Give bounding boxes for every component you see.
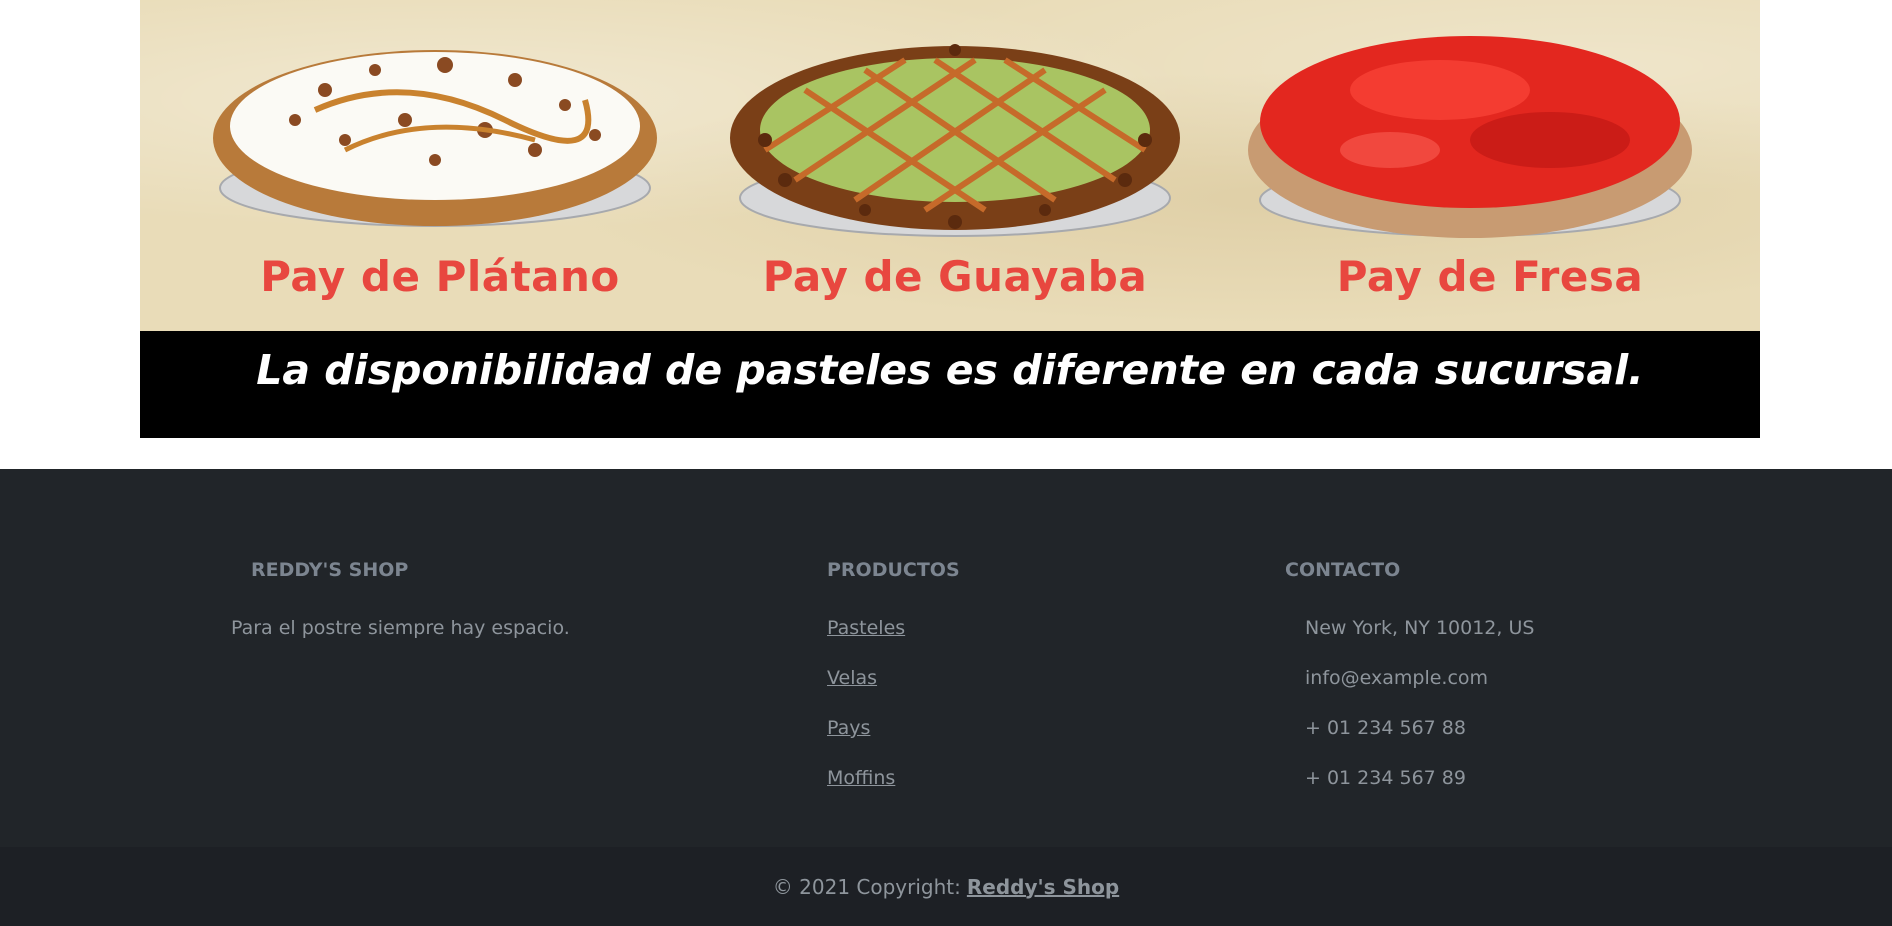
availability-notice: La disponibilidad de pasteles es diferen… <box>256 345 1644 394</box>
contact-phone-2: + 01 234 567 89 <box>1305 767 1466 789</box>
footer-contact-title: Contacto <box>1285 559 1401 581</box>
copyright-shop-link[interactable]: Reddy's Shop <box>967 875 1119 899</box>
site-footer: Reddy's Shop Para el postre siempre hay … <box>0 469 1892 926</box>
footer-link-moffins[interactable]: Moffins <box>827 767 895 789</box>
copyright-bar: © 2021 Copyright: Reddy's Shop <box>0 847 1892 926</box>
contact-address: New York, NY 10012, US <box>1305 617 1535 639</box>
footer-columns: Reddy's Shop Para el postre siempre hay … <box>0 469 1892 847</box>
copyright-text: © 2021 Copyright: <box>772 874 961 899</box>
pie-image-platano <box>205 10 665 260</box>
pie-label-fresa: Pay de Fresa <box>1336 252 1644 301</box>
footer-link-pasteles[interactable]: Pasteles <box>827 617 905 639</box>
footer-brand-title: Reddy's Shop <box>251 559 409 581</box>
availability-notice-bar: La disponibilidad de pasteles es diferen… <box>140 331 1760 438</box>
footer-products-title: Productos <box>827 559 960 581</box>
footer-link-velas[interactable]: Velas <box>827 667 877 689</box>
footer-link-pays[interactable]: Pays <box>827 717 870 739</box>
pie-label-guayaba: Pay de Guayaba <box>762 252 1148 301</box>
banner-section: Pay de Plátano Pay de Guayaba Pay de Fre… <box>0 0 1892 469</box>
pie-guayaba-illustration <box>730 44 1180 237</box>
pies-banner-image: Pay de Plátano Pay de Guayaba Pay de Fre… <box>140 0 1760 438</box>
contact-phone-1: + 01 234 567 88 <box>1305 717 1466 739</box>
pie-label-platano: Pay de Plátano <box>260 252 620 301</box>
pie-platano-illustration <box>213 50 657 227</box>
contact-email: info@example.com <box>1305 667 1489 689</box>
pie-image-guayaba <box>725 10 1185 260</box>
footer-tagline: Para el postre siempre hay espacio. <box>231 617 570 639</box>
banner-pies-area: Pay de Plátano Pay de Guayaba Pay de Fre… <box>140 0 1760 331</box>
pie-image-fresa <box>1240 10 1700 260</box>
pie-fresa-illustration <box>1248 36 1692 238</box>
